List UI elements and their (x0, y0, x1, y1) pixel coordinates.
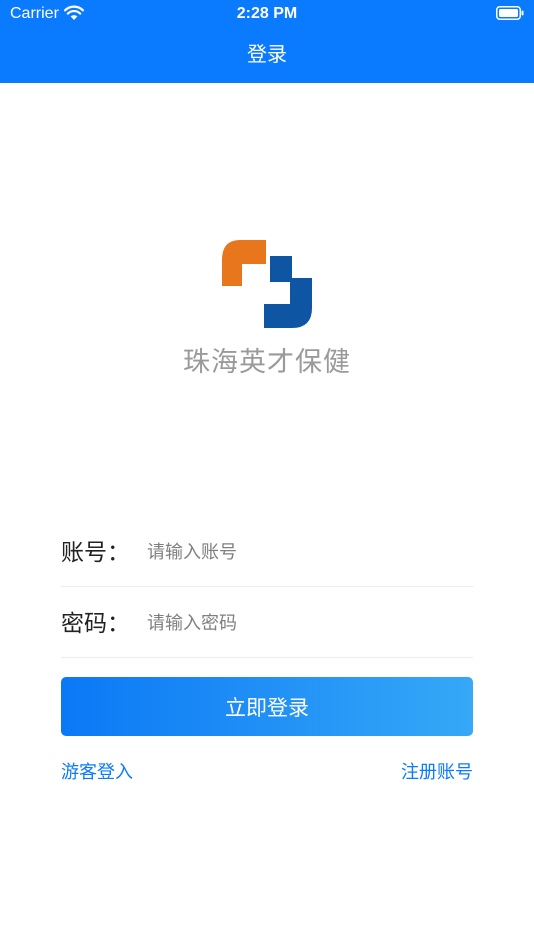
password-label: 密码： (61, 611, 130, 637)
app-name: 珠海英才保健 (183, 347, 351, 378)
medical-cross-logo (222, 240, 312, 328)
status-time: 2:28 PM (236, 5, 298, 22)
account-input[interactable] (147, 536, 467, 568)
header: Carrier 2:28 PM 登录 (0, 0, 534, 83)
register-link[interactable]: 注册账号 (401, 760, 473, 786)
account-field: 账号： (61, 516, 473, 587)
page-title: 登录 (247, 42, 287, 66)
password-field: 密码： (61, 587, 473, 658)
login-button[interactable]: 立即登录 (61, 677, 473, 736)
account-label: 账号： (61, 540, 130, 566)
guest-login-link[interactable]: 游客登入 (61, 760, 133, 786)
battery-icon (496, 6, 524, 20)
password-input[interactable] (147, 607, 467, 639)
